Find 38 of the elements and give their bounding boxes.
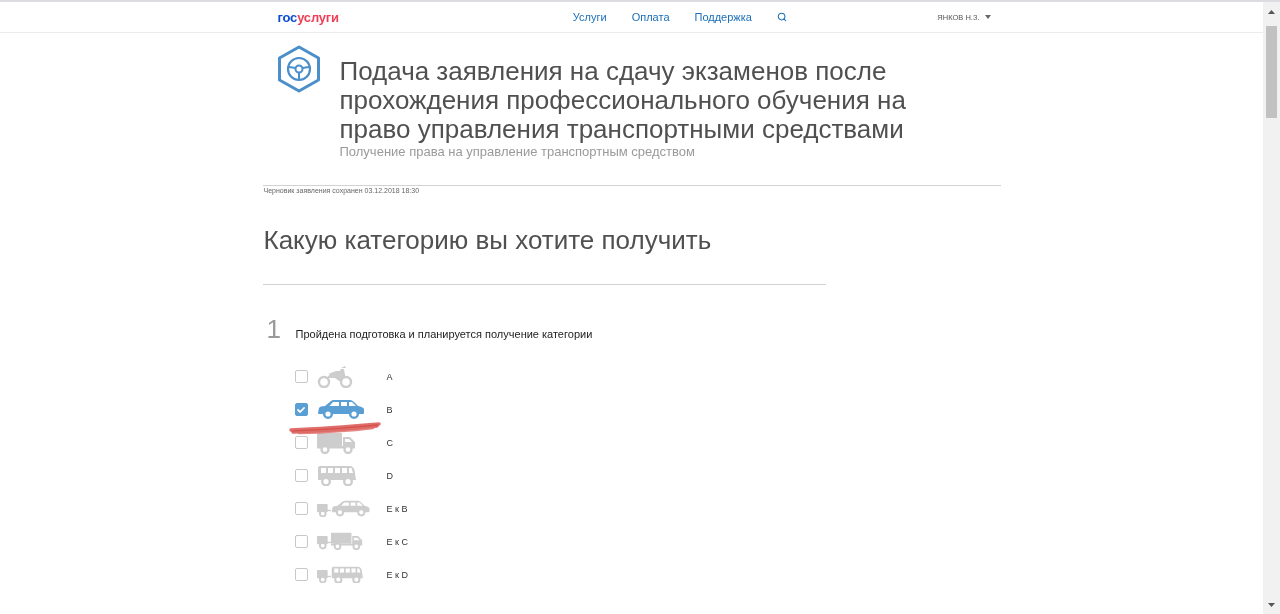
motorcycle-icon <box>316 365 353 388</box>
checkbox[interactable] <box>294 535 308 548</box>
nav-link[interactable]: Оплата <box>631 11 670 23</box>
search-icon[interactable] <box>776 12 787 22</box>
trailer-car-icon <box>316 499 370 518</box>
checkbox[interactable] <box>294 370 308 383</box>
steering-wheel-icon <box>275 45 322 93</box>
question-text: Пройдена подготовка и планируется получение категории <box>295 328 593 340</box>
nav-link[interactable]: Поддержка <box>694 11 752 23</box>
section-heading: Какую категорию вы хотите получить <box>263 225 713 255</box>
trailer-truck-icon <box>316 532 364 551</box>
category-label: B <box>386 404 393 415</box>
checkbox[interactable] <box>294 436 308 449</box>
category-label: E к B <box>386 503 408 514</box>
bus-icon <box>316 465 357 486</box>
checkmark-icon <box>297 406 305 413</box>
checkbox[interactable] <box>294 469 308 482</box>
nav-link[interactable]: Услуги <box>572 11 607 23</box>
car-icon <box>316 399 365 420</box>
category-label: E к C <box>386 536 408 547</box>
checkbox[interactable] <box>294 568 308 581</box>
scroll-up-arrow-icon[interactable] <box>1268 10 1275 14</box>
trailer-bus-icon <box>316 565 364 584</box>
checkbox[interactable] <box>294 403 308 416</box>
scrollbar-track[interactable] <box>1263 2 1280 614</box>
checkbox[interactable] <box>294 502 308 515</box>
category-label: D <box>386 470 393 481</box>
scroll-down-arrow-icon[interactable] <box>1268 603 1275 607</box>
service-subtitle: Получение права на управление транспортным средством <box>339 144 696 159</box>
category-label: E к D <box>386 569 408 580</box>
site-logo[interactable]: госуслуги <box>277 9 339 25</box>
category-label: C <box>386 437 393 448</box>
service-title: Подача заявления на сдачу экзаменов после прохождения профессионального обучения на право управления транспортными средствами <box>339 57 907 144</box>
caret-icon <box>984 15 991 19</box>
scrollbar-thumb[interactable] <box>1266 26 1277 118</box>
truck-icon <box>316 431 357 454</box>
question-number: 1 <box>265 314 282 344</box>
category-label: A <box>386 371 393 382</box>
